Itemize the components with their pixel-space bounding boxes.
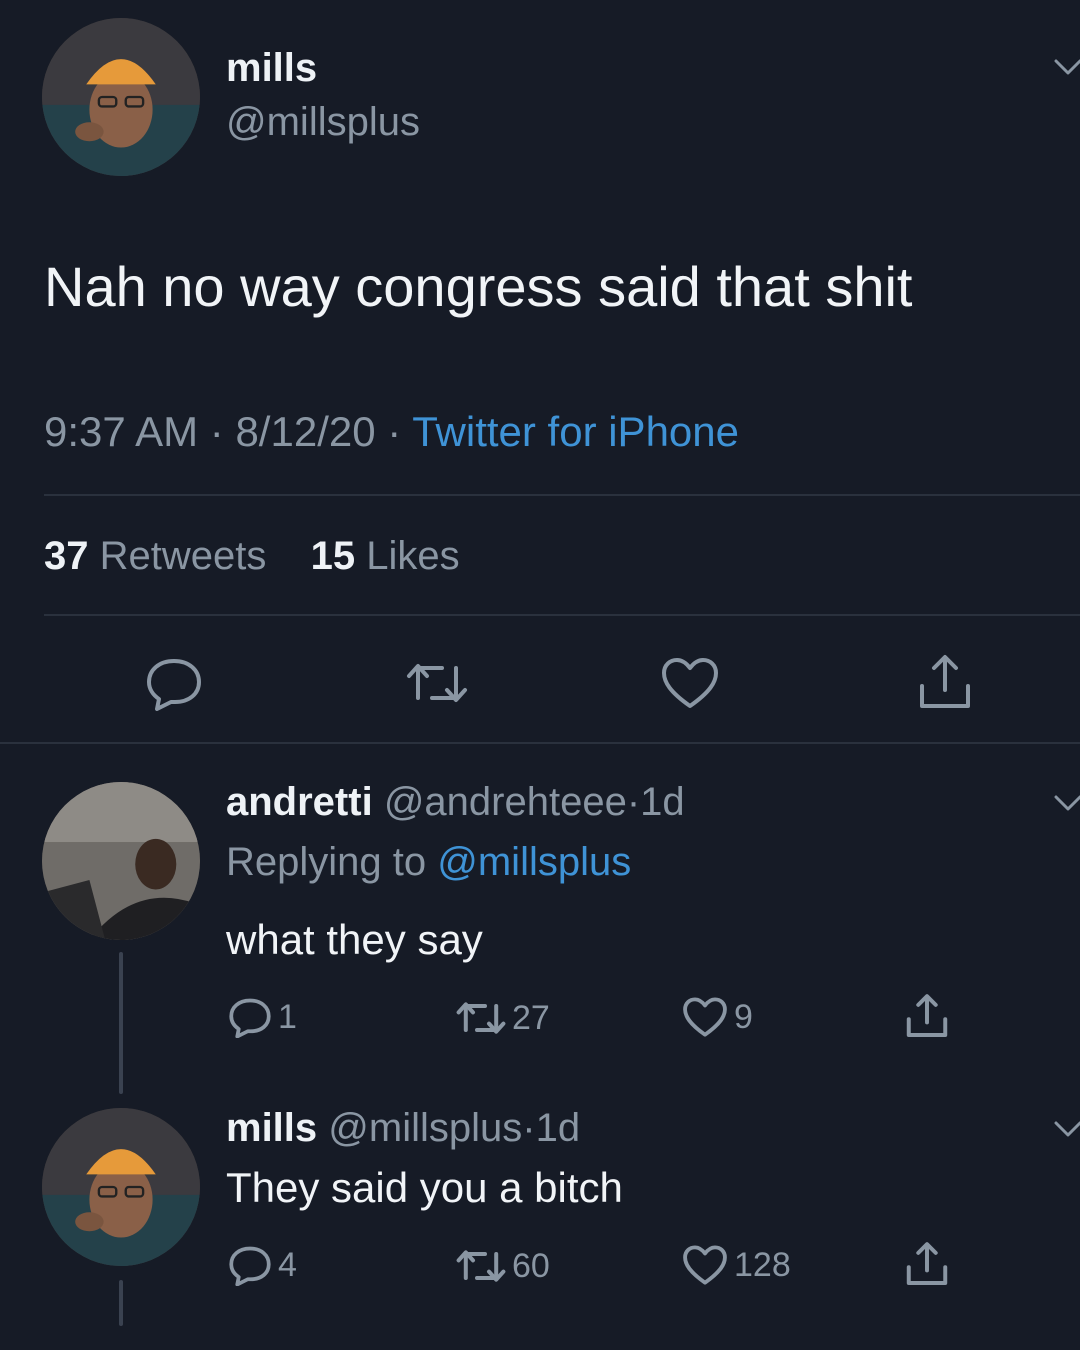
avatar[interactable]: [42, 1108, 200, 1266]
meta-separator: ·: [522, 1106, 536, 1150]
chevron-down-icon[interactable]: [1054, 1120, 1080, 1138]
reply-icon: [229, 998, 271, 1038]
like-button[interactable]: [660, 656, 720, 715]
tweet-source-link[interactable]: Twitter for iPhone: [412, 408, 739, 455]
divider: [44, 614, 1080, 616]
thread-line: [119, 952, 123, 1094]
tweet-age: 1d: [535, 1106, 581, 1150]
retweets-label: Retweets: [99, 534, 267, 578]
retweet-icon: [456, 1250, 506, 1282]
share-icon: [906, 1242, 948, 1286]
reply-icon: [229, 1246, 271, 1286]
reply-button[interactable]: 4: [228, 1244, 297, 1286]
reply-button[interactable]: [145, 655, 203, 716]
share-button[interactable]: [904, 992, 950, 1040]
tweet-time: 9:37 AM: [44, 408, 199, 455]
divider: [44, 494, 1080, 496]
replying-to-handle[interactable]: @millsplus: [437, 840, 631, 884]
avatar-photo: [42, 782, 200, 940]
tweet-date: 8/12/20: [235, 408, 376, 455]
like-button[interactable]: 128: [682, 1244, 791, 1286]
retweet-icon: [407, 664, 467, 702]
tweet-text: Nah no way congress said that shit: [44, 255, 913, 318]
reply-header: andretti @andrehteee·1d: [226, 780, 685, 825]
display-name[interactable]: mills: [226, 46, 317, 91]
likes-label: Likes: [366, 534, 460, 578]
tweet-age: 1d: [640, 780, 685, 824]
like-count: 128: [734, 1245, 791, 1284]
reply-count: 1: [278, 997, 297, 1036]
user-handle[interactable]: @andrehteee: [384, 780, 627, 824]
user-handle[interactable]: @millsplus: [328, 1106, 522, 1150]
avatar[interactable]: [42, 18, 200, 176]
share-button[interactable]: [904, 1240, 950, 1288]
share-icon: [906, 994, 948, 1038]
heart-icon: [683, 997, 727, 1037]
meta-separator: ·: [209, 408, 224, 455]
retweets-count: 37: [44, 534, 89, 578]
like-button[interactable]: 9: [682, 996, 753, 1038]
display-name[interactable]: mills: [226, 1106, 317, 1150]
engagement-stats: 37 Retweets 15 Likes: [44, 534, 460, 579]
retweet-button[interactable]: [406, 658, 468, 713]
retweet-button[interactable]: 60: [456, 1246, 550, 1286]
replying-to: Replying to @millsplus: [226, 840, 631, 885]
reply-button[interactable]: 1: [228, 996, 297, 1038]
retweet-count: 27: [512, 998, 550, 1037]
thread-line: [119, 1280, 123, 1326]
likes-stat[interactable]: 15 Likes: [311, 534, 460, 578]
likes-count: 15: [310, 534, 356, 578]
reply-header: mills @millsplus·1d: [226, 1106, 580, 1151]
retweets-stat[interactable]: 37 Retweets: [44, 534, 278, 578]
chevron-down-icon[interactable]: [1054, 58, 1080, 76]
divider: [0, 742, 1080, 744]
heart-icon: [662, 658, 718, 708]
avatar-photo: [42, 18, 200, 176]
avatar-photo: [42, 1108, 200, 1266]
tweet-meta: 9:37 AM · 8/12/20 · Twitter for iPhone: [44, 408, 739, 456]
meta-separator: ·: [626, 780, 641, 824]
meta-separator: ·: [387, 408, 402, 455]
avatar[interactable]: [42, 782, 200, 940]
heart-icon: [683, 1245, 727, 1285]
reply-count: 4: [278, 1245, 297, 1284]
retweet-button[interactable]: 27: [456, 998, 550, 1038]
user-handle[interactable]: @millsplus: [226, 100, 420, 145]
reply-icon: [147, 659, 201, 711]
share-button[interactable]: [916, 652, 974, 717]
replying-to-label: Replying to: [226, 840, 427, 884]
like-count: 9: [734, 997, 753, 1036]
retweet-count: 60: [512, 1246, 550, 1285]
tweet-text: what they say: [226, 916, 483, 963]
display-name[interactable]: andretti: [226, 780, 373, 824]
retweet-icon: [456, 1002, 506, 1034]
tweet-text: They said you a bitch: [226, 1164, 623, 1211]
chevron-down-icon[interactable]: [1054, 794, 1080, 812]
share-icon: [920, 655, 970, 708]
